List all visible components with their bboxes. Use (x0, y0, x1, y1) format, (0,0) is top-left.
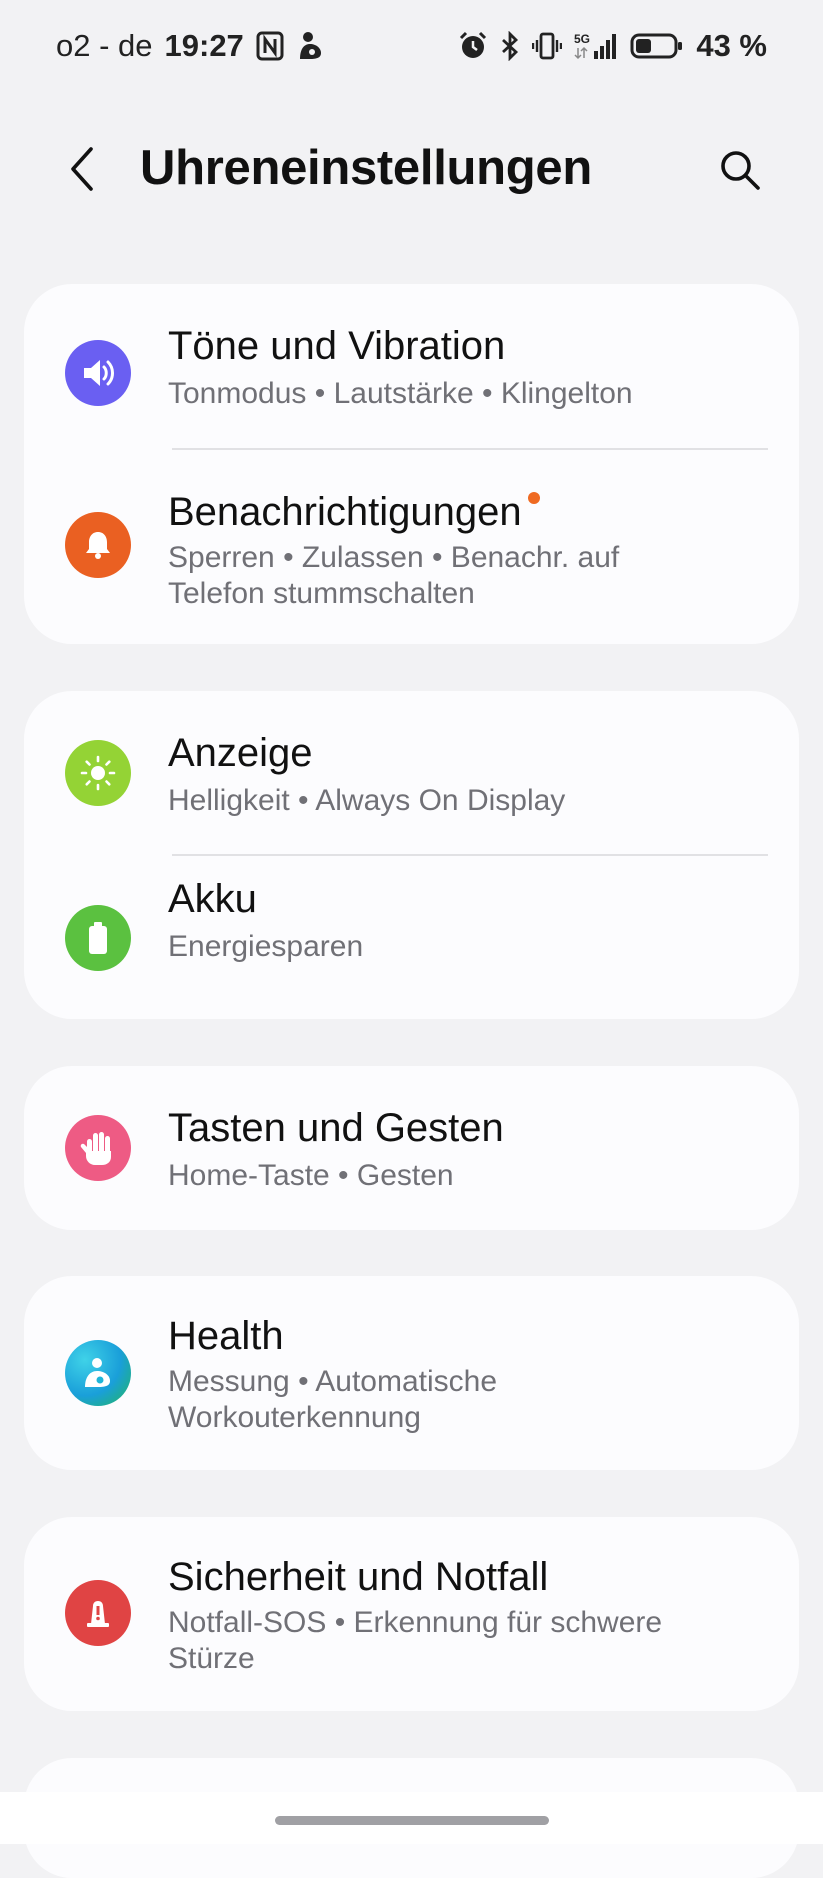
settings-item-title: Sicherheit und Notfall (168, 1555, 549, 1599)
settings-item-title: Töne und Vibration (168, 324, 506, 368)
settings-item-title: Health (168, 1314, 284, 1358)
nfc-icon (256, 31, 284, 61)
settings-item-display[interactable]: Anzeige Helligkeit • Always On Display (24, 691, 799, 855)
settings-card-sound-notifications: Töne und Vibration Tonmodus • Lautstärke… (24, 284, 799, 644)
settings-item-health[interactable]: Health Messung • Automatische Workouterk… (24, 1276, 799, 1470)
status-left: o2 - de 19:27 (56, 28, 324, 64)
carrier-label: o2 - de (56, 28, 153, 63)
settings-card-safety-emergency: Sicherheit und Notfall Notfall-SOS • Erk… (24, 1517, 799, 1711)
settings-item-sound-vibration[interactable]: Töne und Vibration Tonmodus • Lautstärke… (24, 284, 799, 450)
settings-item-title: Akku (168, 877, 257, 921)
alarm-icon (458, 31, 488, 61)
bluetooth-icon (500, 31, 520, 61)
settings-card-health: Health Messung • Automatische Workouterk… (24, 1276, 799, 1470)
status-bar: o2 - de 19:27 5G 43 % (0, 0, 823, 92)
settings-item-subtitle: Notfall-SOS • Erkennung für schwere Stür… (168, 1606, 663, 1675)
settings-item-subtitle: Sperren • Zulassen • Benachr. auf Telefo… (168, 541, 620, 610)
home-indicator[interactable] (275, 1816, 549, 1825)
page-title: Uhreneinstellungen (140, 141, 592, 195)
clock-time: 19:27 (164, 28, 244, 63)
emergency-icon (65, 1580, 131, 1646)
chevron-left-icon (71, 147, 93, 191)
settings-item-subtitle: Messung • Automatische Workouterkennung (168, 1365, 498, 1434)
settings-item-subtitle: Tonmodus • Lautstärke • Klingelton (168, 377, 633, 410)
settings-item-safety-emergency[interactable]: Sicherheit und Notfall Notfall-SOS • Erk… (24, 1517, 799, 1711)
brightness-icon (65, 740, 131, 806)
status-right: 5G 43 % (458, 28, 767, 64)
health-icon (65, 1340, 131, 1406)
settings-item-subtitle: Helligkeit • Always On Display (168, 784, 566, 817)
settings-item-notifications[interactable]: Benachrichtigungen Sperren • Zulassen • … (24, 450, 799, 644)
settings-card-buttons-gestures: Tasten und Gesten Home-Taste • Gesten (24, 1066, 799, 1230)
vibrate-icon (532, 31, 563, 61)
settings-item-subtitle: Energiesparen (168, 930, 364, 963)
samsung-health-icon (296, 31, 324, 61)
search-button[interactable] (708, 138, 772, 202)
svg-text:5G: 5G (574, 32, 590, 46)
hand-icon (65, 1115, 131, 1181)
search-icon (721, 151, 760, 190)
app-header: Uhreneinstellungen (0, 130, 823, 210)
settings-item-title-text: Benachrichtigungen (168, 490, 522, 534)
notification-badge (527, 492, 540, 504)
navigation-bar (0, 1792, 823, 1844)
bell-icon (65, 512, 131, 578)
settings-item-title: Tasten und Gesten (168, 1106, 504, 1150)
settings-item-buttons-gestures[interactable]: Tasten und Gesten Home-Taste • Gesten (24, 1066, 799, 1230)
settings-item-title: Benachrichtigungen (168, 490, 540, 535)
settings-item-title: Anzeige (168, 731, 313, 775)
signal-icon: 5G (574, 31, 618, 61)
sound-icon (65, 340, 131, 406)
battery-percent: 43 % (696, 28, 767, 63)
back-button[interactable] (52, 134, 112, 204)
settings-item-subtitle: Home-Taste • Gesten (168, 1159, 454, 1192)
battery-icon (65, 905, 131, 971)
settings-card-display-battery: Anzeige Helligkeit • Always On Display A… (24, 691, 799, 1019)
battery-icon (630, 31, 684, 61)
settings-item-battery[interactable]: Akku Energiesparen (24, 855, 799, 1019)
